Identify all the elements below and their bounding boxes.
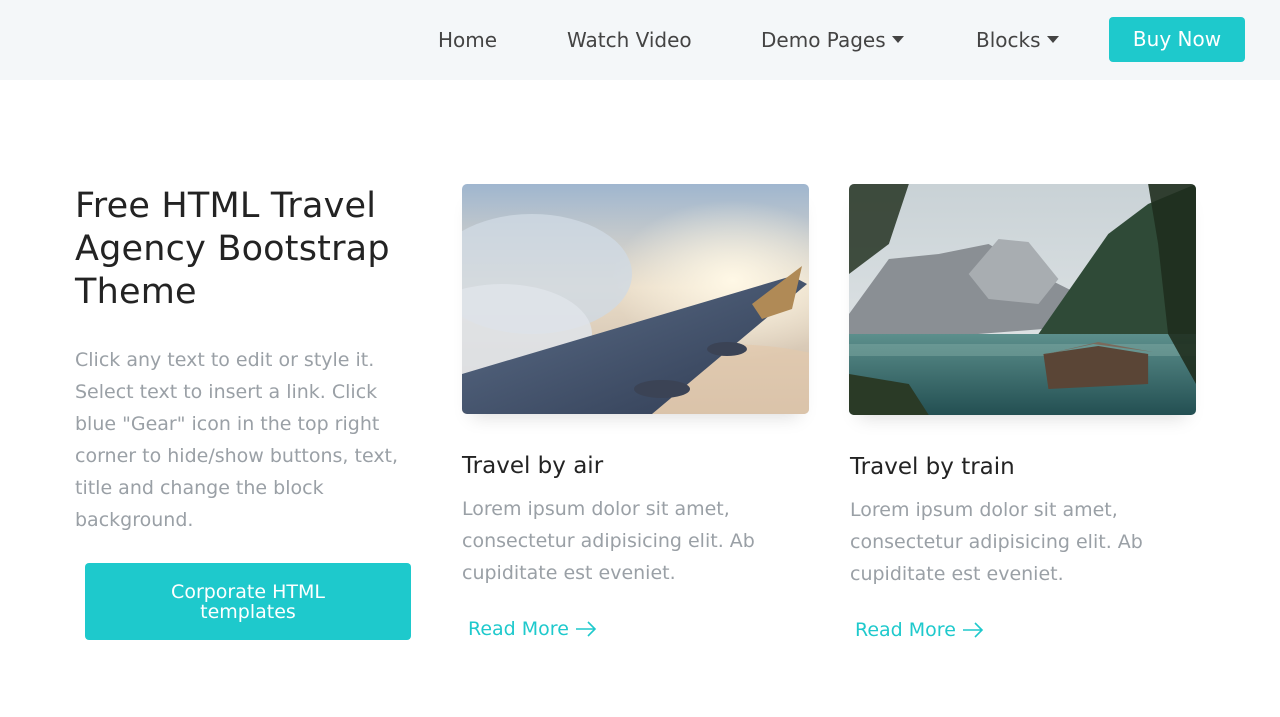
nav-item-blocks[interactable]: Blocks (976, 26, 1059, 54)
caret-down-icon (891, 36, 904, 43)
arrow-right-icon (575, 621, 597, 637)
airplane-wing-photo-icon (462, 184, 809, 414)
read-more-link-train[interactable]: Read More (855, 617, 984, 643)
read-more-link-air[interactable]: Read More (468, 616, 597, 642)
nav-item-watch-video[interactable]: Watch Video (567, 26, 692, 54)
card-text-air: Lorem ipsum dolor sit amet, consectetur … (462, 498, 755, 584)
arrow-right-icon (962, 622, 984, 638)
nav-item-home[interactable]: Home (438, 26, 497, 54)
airplane-wing-image (462, 184, 809, 414)
card-title-train: Travel by train (850, 454, 1015, 480)
card-title-air: Travel by air (462, 453, 604, 479)
read-more-label: Read More (855, 619, 956, 641)
nav-item-demo-pages[interactable]: Demo Pages (761, 26, 904, 54)
nav-item-label: Watch Video (567, 28, 692, 52)
caret-down-icon (1046, 36, 1059, 43)
buy-now-button[interactable]: Buy Now (1109, 17, 1245, 62)
corporate-templates-button[interactable]: Corporate HTML templates (85, 563, 411, 640)
nav-item-label: Blocks (976, 28, 1041, 52)
nav-item-label: Home (438, 28, 498, 52)
top-navbar: Home Watch Video Demo Pages Blocks Buy N… (0, 0, 1280, 80)
hero-title: Free HTML Travel Agency Bootstrap Theme (75, 186, 390, 312)
nav-item-label: Demo Pages (761, 28, 886, 52)
cta-label: Corporate HTML templates (171, 580, 325, 623)
mountain-lake-image (849, 184, 1196, 415)
read-more-label: Read More (468, 618, 569, 640)
mountain-lake-photo-icon (849, 184, 1196, 415)
card-text-train: Lorem ipsum dolor sit amet, consectetur … (850, 499, 1143, 585)
hero-text: Click any text to edit or style it. Sele… (75, 349, 399, 531)
